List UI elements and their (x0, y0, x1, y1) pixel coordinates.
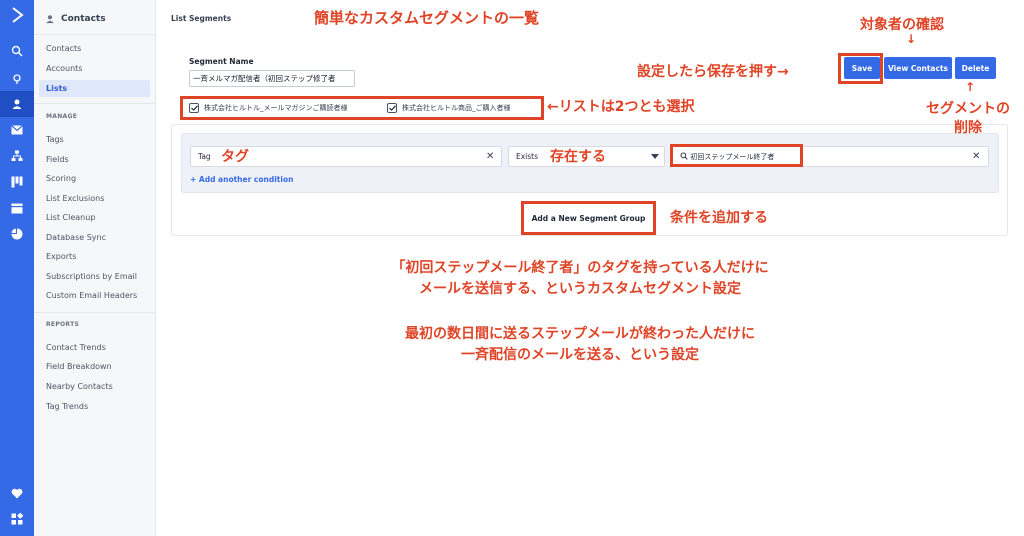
sidebar-item-list-cleanup[interactable]: List Cleanup (39, 209, 150, 226)
annotation-delete-line1: セグメントの (926, 101, 1010, 117)
app-rail (0, 0, 34, 536)
sidebar-item-accounts[interactable]: Accounts (39, 60, 150, 77)
list-selection: 株式会社ヒルトル_メールマガジンご購読者様 株式会社ヒルトル商品_ご購入者様 (180, 96, 544, 120)
add-condition-link[interactable]: + Add another condition (190, 175, 293, 184)
sidebar-item-contact-trends[interactable]: Contact Trends (39, 339, 150, 356)
automation-icon[interactable] (0, 143, 34, 169)
list-checkbox-2[interactable] (387, 103, 397, 113)
annotation-description-1: 「初回ステップメール終了者」のタグを持っている人だけに メールを送信する、という… (320, 258, 840, 300)
sidebar-item-exports[interactable]: Exports (39, 248, 150, 265)
check-icon (190, 105, 198, 111)
list-checkbox-1[interactable] (189, 103, 199, 113)
mail-icon[interactable] (0, 117, 34, 143)
deals-icon[interactable] (0, 169, 34, 195)
annotation-description-2-line1: 最初の数日間に送るステップメールが終わった人だけに (405, 326, 755, 342)
tag-highlight (670, 144, 803, 167)
condition-operator-value: Exists (516, 152, 539, 161)
annotation-tag: タグ (221, 149, 249, 165)
annotation-description-2-line2: 一斉配信のメールを送る、という設定 (461, 347, 699, 363)
sidebar-item-nearby-contacts[interactable]: Nearby Contacts (39, 378, 150, 395)
check-icon (388, 105, 396, 111)
sidebar-title: Contacts (61, 14, 106, 24)
annotation-delete-line2: 削除 (954, 120, 982, 136)
clear-icon[interactable]: ✕ (486, 147, 494, 166)
sidebar-item-custom-email-headers[interactable]: Custom Email Headers (39, 287, 150, 304)
annotation-lists-hint: ←リストは2つとも選択 (547, 99, 695, 115)
clear-icon[interactable]: ✕ (972, 147, 980, 166)
contacts-icon[interactable] (0, 91, 34, 117)
apps-icon[interactable] (0, 506, 34, 532)
sidebar-item-subscriptions-by-email[interactable]: Subscriptions by Email (39, 268, 150, 285)
annotation-save-hint: 設定したら保存を押す→ (637, 64, 789, 80)
view-contacts-button[interactable]: View Contacts (884, 57, 952, 79)
add-segment-group-button[interactable]: Add a New Segment Group (521, 201, 656, 235)
annotation-description-1-line2: メールを送信する、というカスタムセグメント設定 (419, 281, 741, 297)
sidebar-item-tag-trends[interactable]: Tag Trends (39, 398, 150, 415)
annotation-audience-check: 対象者の確認 (860, 17, 944, 33)
annotation-list-title: 簡単なカスタムセグメントの一覧 (314, 9, 540, 27)
divider (34, 103, 156, 104)
sidebar-section-reports: REPORTS (46, 321, 80, 328)
contacts-icon (46, 15, 54, 24)
divider (34, 312, 156, 313)
annotation-add-condition: 条件を追加する (670, 210, 768, 226)
divider (34, 34, 156, 35)
segment-name-input[interactable]: 一斉メルマガ配信者（初回ステップ修了者 (189, 70, 355, 87)
list-label-2: 株式会社ヒルトル商品_ご購入者様 (402, 104, 511, 112)
delete-button[interactable]: Delete (955, 57, 996, 79)
annotation-delete: セグメントの 削除 (913, 100, 1023, 138)
app-logo-icon[interactable] (0, 2, 34, 28)
sidebar-item-lists[interactable]: Lists (39, 80, 150, 97)
annotation-description-2: 最初の数日間に送るステップメールが終わった人だけに 一斉配信のメールを送る、とい… (320, 324, 840, 366)
annotation-down-arrow: ↓ (906, 32, 917, 46)
contacts-sidebar: Contacts Contacts Accounts Lists MANAGE … (34, 0, 156, 536)
sidebar-section-manage: MANAGE (46, 113, 78, 120)
segment-name-label: Segment Name (189, 57, 254, 66)
reports-icon[interactable] (0, 221, 34, 247)
sidebar-item-contacts[interactable]: Contacts (39, 40, 150, 57)
annotation-up-arrow: ↑ (965, 80, 976, 94)
annotation-exists: 存在する (550, 149, 606, 165)
search-icon[interactable] (0, 38, 34, 64)
sidebar-item-tags[interactable]: Tags (39, 131, 150, 148)
sidebar-header: Contacts (45, 12, 106, 26)
list-label-1: 株式会社ヒルトル_メールマガジンご購読者様 (204, 104, 348, 112)
annotation-description-1-line1: 「初回ステップメール終了者」のタグを持っている人だけに (391, 260, 769, 276)
condition-field-value: Tag (198, 152, 211, 161)
sidebar-item-fields[interactable]: Fields (39, 151, 150, 168)
sidebar-item-list-exclusions[interactable]: List Exclusions (39, 190, 150, 207)
save-highlight (838, 53, 883, 84)
sidebar-item-database-sync[interactable]: Database Sync (39, 229, 150, 246)
chevron-down-icon (651, 154, 659, 159)
sidebar-item-scoring[interactable]: Scoring (39, 170, 150, 187)
website-icon[interactable] (0, 195, 34, 221)
heart-icon[interactable] (0, 480, 34, 506)
location-icon[interactable] (0, 66, 34, 92)
page-title: List Segments (171, 14, 232, 23)
sidebar-item-field-breakdown[interactable]: Field Breakdown (39, 358, 150, 375)
